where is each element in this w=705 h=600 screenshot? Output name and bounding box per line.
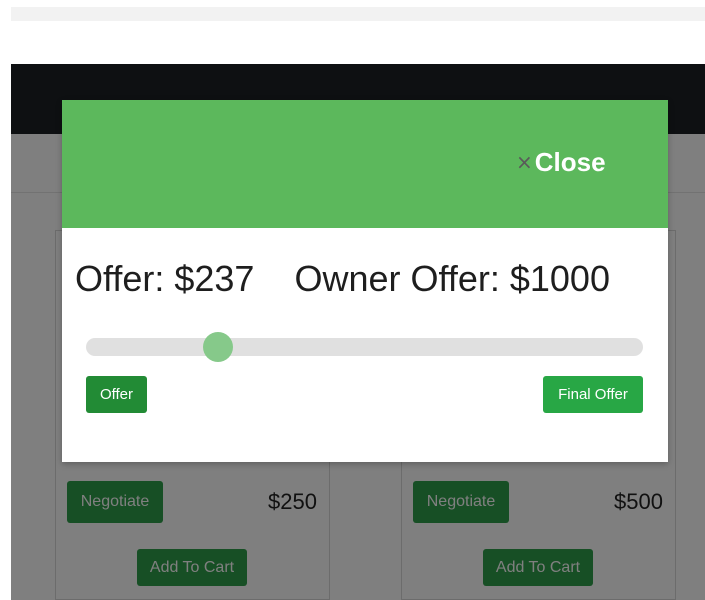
close-label[interactable]: Close <box>535 147 606 178</box>
owner-offer: Owner Offer: $1000 <box>294 258 610 299</box>
close-button[interactable]: × Close <box>516 144 606 180</box>
offer-slider[interactable] <box>86 332 643 362</box>
slider-thumb[interactable] <box>203 332 233 362</box>
modal-header: × Close <box>62 100 668 228</box>
offer-button[interactable]: Offer <box>86 376 147 413</box>
negotiation-modal: × Close Offer: $237 Owner Offer: $1000 Of… <box>62 100 668 462</box>
offer-summary: Offer: $237 Owner Offer: $1000 <box>75 258 665 300</box>
close-icon[interactable]: × <box>516 152 533 172</box>
top-strip <box>11 7 705 21</box>
final-offer-button[interactable]: Final Offer <box>543 376 643 413</box>
current-offer: Offer: $237 <box>75 258 255 299</box>
